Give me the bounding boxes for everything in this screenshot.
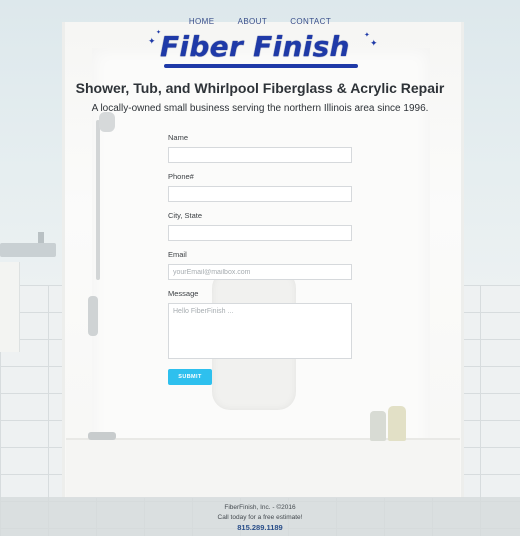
top-nav: HOME ABOUT CONTACT (0, 9, 520, 28)
submit-button[interactable]: SUBMIT (168, 369, 212, 385)
bottle (388, 406, 406, 441)
city-state-input[interactable] (168, 225, 352, 241)
email-input[interactable] (168, 264, 352, 280)
message-textarea[interactable] (168, 303, 352, 359)
copyright-text: FiberFinish, Inc. - ©2016 (224, 504, 296, 511)
shower-hose (96, 120, 100, 280)
email-label: Email (168, 250, 187, 259)
towel (0, 262, 20, 352)
site-footer: FiberFinish, Inc. - ©2016 Call today for… (0, 497, 520, 536)
nav-home-link[interactable]: HOME (189, 17, 215, 26)
page-title: Shower, Tub, and Whirlpool Fiberglass & … (75, 80, 445, 96)
phone-input[interactable] (168, 186, 352, 202)
footer-cta: Call today for a free estimate! (217, 514, 303, 521)
tub-rim (66, 438, 460, 498)
site-logo[interactable]: ✦ ✦ Fiber Finish ✦ ✦ (148, 28, 378, 70)
contact-form: Name Phone# City, State Email Message SU… (168, 133, 354, 385)
sparkle-icon: ✦ (364, 31, 370, 39)
logo-underline (164, 64, 358, 68)
name-label: Name (168, 133, 189, 142)
sparkle-icon: ✦ (370, 39, 378, 49)
city-state-label: City, State (168, 211, 203, 220)
logo-wordmark: Fiber Finish (160, 30, 350, 63)
message-label: Message (168, 289, 199, 298)
bottle (370, 411, 386, 441)
tub-faucet (88, 432, 116, 440)
shower-head (99, 112, 115, 132)
phone-link[interactable]: 815.289.1189 (0, 523, 520, 533)
page-subtitle: A locally-owned small business serving t… (91, 103, 429, 114)
name-input[interactable] (168, 147, 352, 163)
nav-contact-link[interactable]: CONTACT (290, 17, 331, 26)
nav-about-link[interactable]: ABOUT (238, 17, 268, 26)
phone-label: Phone# (168, 172, 194, 181)
sparkle-icon: ✦ (148, 37, 156, 47)
wall-shelf (0, 243, 56, 257)
shower-valve (88, 296, 98, 336)
